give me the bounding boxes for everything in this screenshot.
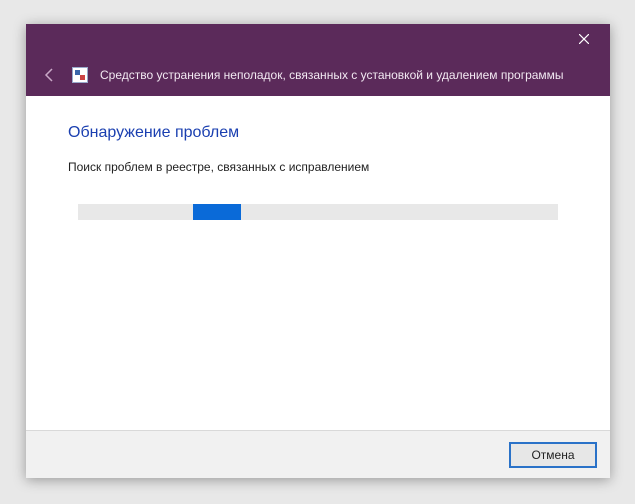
cancel-button[interactable]: Отмена <box>510 443 596 467</box>
back-button[interactable] <box>40 67 60 83</box>
page-heading: Обнаружение проблем <box>68 124 568 142</box>
header-bar: Средство устранения неполадок, связанных… <box>26 54 610 96</box>
footer-bar: Отмена <box>26 430 610 478</box>
progress-indicator <box>193 204 241 220</box>
titlebar <box>26 24 610 54</box>
cancel-button-label: Отмена <box>531 448 574 462</box>
troubleshooter-icon <box>72 67 88 83</box>
close-button[interactable] <box>562 25 606 53</box>
progress-bar <box>78 204 558 220</box>
troubleshooter-window: Средство устранения неполадок, связанных… <box>26 24 610 478</box>
content-area: Обнаружение проблем Поиск проблем в реес… <box>26 96 610 430</box>
arrow-left-icon <box>42 67 58 83</box>
status-text: Поиск проблем в реестре, связанных с исп… <box>68 160 568 174</box>
close-icon <box>579 34 589 44</box>
window-title: Средство устранения неполадок, связанных… <box>100 68 564 82</box>
